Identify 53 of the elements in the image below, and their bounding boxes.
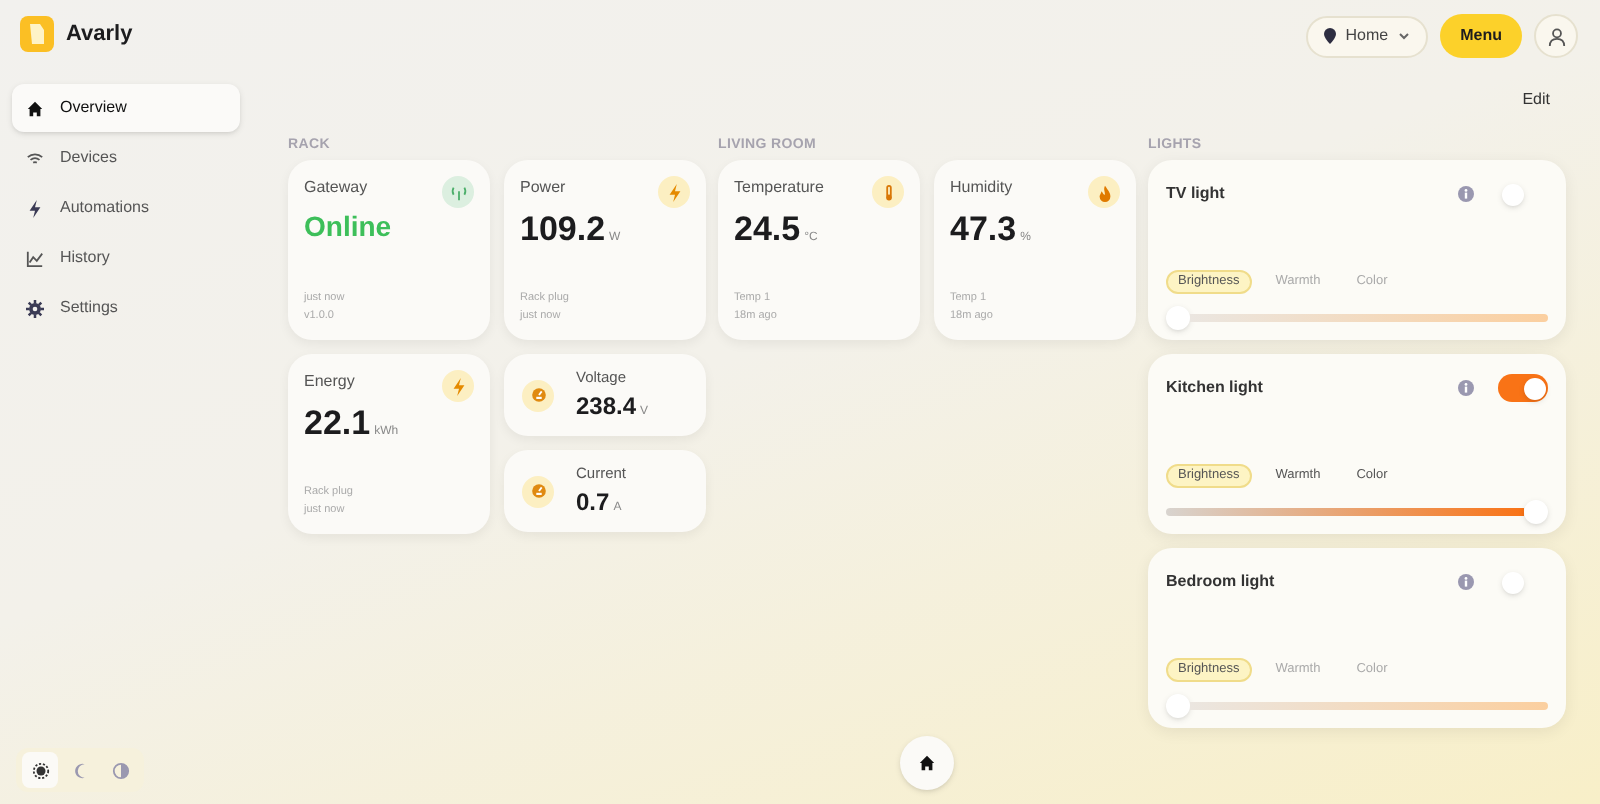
nav-item[interactable]: Devices [12,134,240,182]
gear-icon [26,299,44,317]
user-icon [1547,27,1565,45]
menu-button[interactable]: Menu [1440,14,1522,58]
metric-value: 22.1 [304,402,371,446]
app-name: Avarly [66,19,133,50]
info-icon[interactable] [1458,380,1474,396]
gauge-icon [529,386,547,404]
antenna-icon [449,183,467,201]
metric-value: 47.3 [950,208,1017,252]
home-icon [918,754,936,772]
lightning-icon [449,377,467,395]
light-name: Kitchen light [1166,376,1265,400]
gauge-icon [529,482,547,500]
toggle-switch[interactable] [1498,374,1548,402]
card-title: Energy [304,370,355,394]
home-button[interactable] [900,736,954,790]
lightning-icon [665,183,683,201]
slider-thumb[interactable] [1166,694,1190,718]
slider-thumb[interactable] [1166,306,1190,330]
slider-thumb[interactable] [1524,500,1548,524]
info-icon[interactable] [1458,186,1474,202]
light-name: TV light [1166,182,1227,206]
nav-item[interactable]: History [12,234,240,282]
wifi-icon [26,149,44,167]
profile-button[interactable] [1534,14,1578,58]
nav-item[interactable]: Settings [12,284,240,332]
metric-value: 238.4 [576,390,637,425]
moon-icon [71,761,89,779]
metric-value: 109.2 [520,208,606,252]
location-select[interactable]: Home [1305,15,1429,57]
pin-icon [1323,28,1336,44]
metric-value: 24.5 [734,208,801,252]
flame-icon [1095,183,1113,201]
metric-value: 0.7 [576,486,610,521]
nav-item[interactable]: Automations [12,184,240,232]
card-title: Power [520,176,566,200]
card-title: Humidity [950,176,1013,200]
nav-item[interactable]: Overview [12,84,240,132]
sun-icon [31,761,49,779]
status-text: Online [304,208,394,246]
line-chart-icon [26,249,44,267]
card-title: Temperature [734,176,824,200]
edit-button[interactable]: Edit [1522,88,1550,112]
theme-button[interactable] [22,752,58,788]
info-icon[interactable] [1458,574,1474,590]
light-name: Bedroom light [1166,570,1277,594]
home-icon [26,99,44,117]
chevron-down-icon [1398,32,1411,40]
contrast-icon [111,761,129,779]
lightning-icon [26,199,44,217]
logo-icon [20,16,54,52]
card-title: Gateway [304,176,368,200]
